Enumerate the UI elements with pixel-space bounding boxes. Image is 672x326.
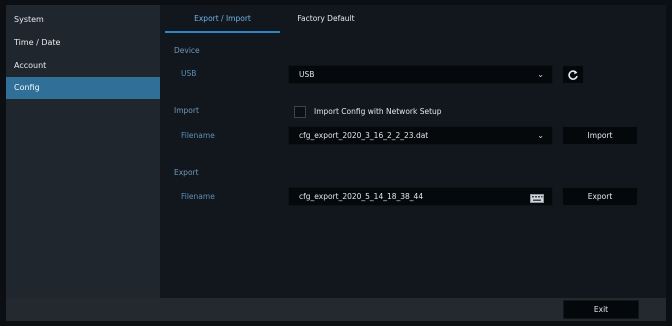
tab-export-import[interactable]: Export / Import (165, 5, 280, 33)
exit-button[interactable]: Exit (563, 300, 639, 319)
usb-dropdown-value: USB (299, 70, 315, 79)
export-filename-value: cfg_export_2020_5_14_18_38_44 (299, 192, 424, 201)
footer-bar: Exit (6, 298, 666, 321)
export-section-title: Export (174, 168, 199, 177)
sidebar-item-time-date[interactable]: Time / Date (6, 32, 160, 54)
main-content: Export / Import Factory Default Device U… (160, 5, 666, 298)
import-section-title: Import (174, 106, 199, 115)
import-filename-dropdown[interactable]: cfg_export_2020_3_16_2_2_23.dat ⌄ (288, 126, 553, 145)
import-filename-value: cfg_export_2020_3_16_2_2_23.dat (299, 131, 429, 140)
usb-label: USB (181, 69, 197, 78)
tab-factory-default[interactable]: Factory Default (286, 5, 366, 33)
chevron-down-icon: ⌄ (537, 70, 544, 79)
sidebar-item-config[interactable]: Config (6, 77, 160, 99)
usb-dropdown[interactable]: USB ⌄ (288, 65, 553, 84)
network-setup-checkbox[interactable] (294, 106, 306, 118)
keyboard-icon[interactable] (530, 192, 544, 209)
export-filename-field[interactable]: cfg_export_2020_5_14_18_38_44 (288, 187, 553, 206)
import-filename-label: Filename (181, 131, 215, 140)
refresh-icon (568, 70, 578, 80)
tab-label: Factory Default (297, 14, 355, 23)
sidebar-item-label: System (14, 15, 44, 24)
sidebar-item-label: Time / Date (14, 38, 61, 47)
active-tab-indicator (165, 31, 280, 33)
sidebar-item-label: Config (14, 83, 40, 92)
exit-button-label: Exit (593, 305, 609, 314)
export-button-label: Export (587, 192, 613, 201)
export-filename-label: Filename (181, 192, 215, 201)
sidebar-item-account[interactable]: Account (6, 55, 160, 77)
device-section-title: Device (174, 46, 200, 55)
import-button[interactable]: Import (562, 126, 638, 145)
chevron-down-icon: ⌄ (537, 131, 544, 140)
export-button[interactable]: Export (562, 187, 638, 206)
tab-label: Export / Import (194, 14, 251, 23)
sidebar-item-label: Account (14, 61, 47, 70)
network-setup-checkbox-label: Import Config with Network Setup (314, 107, 442, 116)
refresh-button[interactable] (562, 65, 584, 84)
sidebar: System Time / Date Account Config (6, 5, 160, 298)
sidebar-item-system[interactable]: System (6, 9, 160, 31)
import-button-label: Import (587, 131, 613, 140)
